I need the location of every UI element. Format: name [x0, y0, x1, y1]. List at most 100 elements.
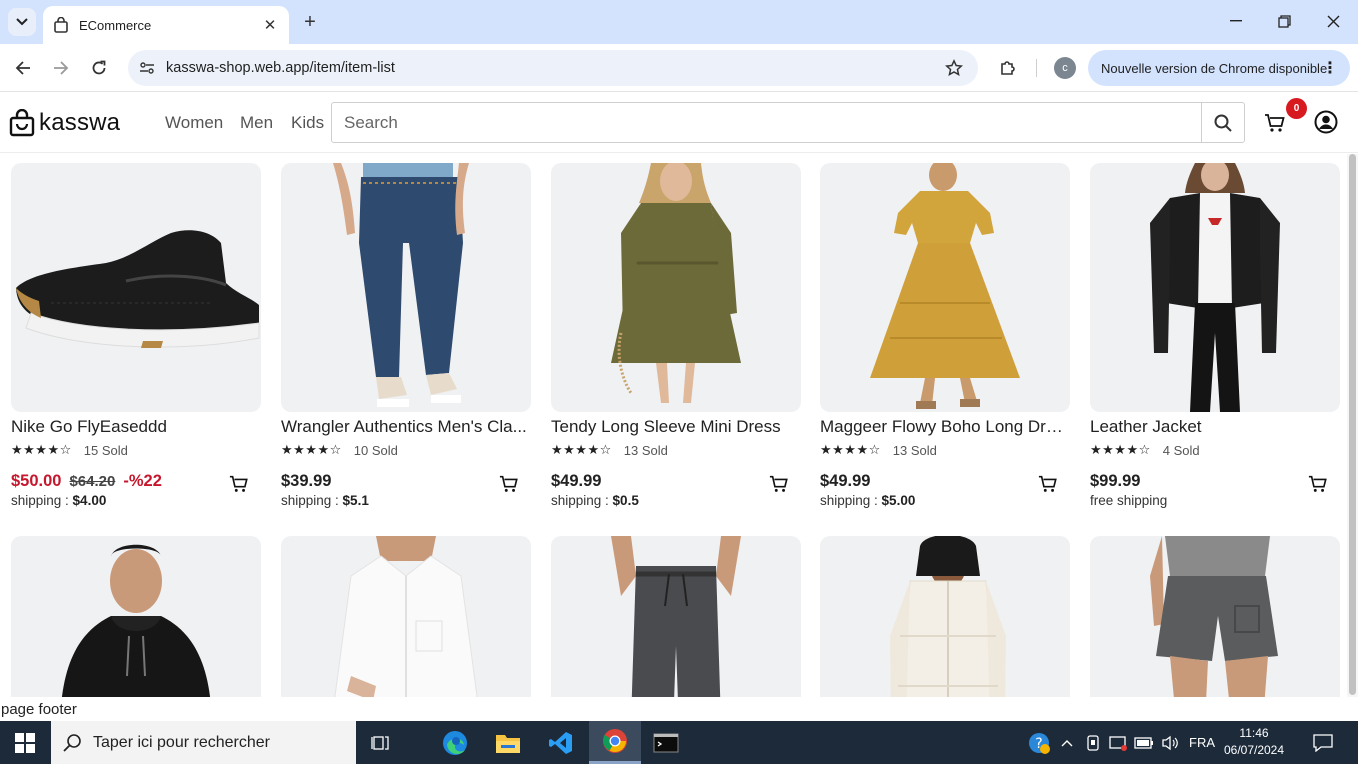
address-bar[interactable]: kasswa-shop.web.app/item/item-list: [128, 50, 978, 86]
close-tab-icon[interactable]: ✕: [261, 16, 279, 34]
edge-icon: [443, 730, 467, 755]
taskbar-file-explorer[interactable]: [482, 721, 534, 764]
battery-icon: [1134, 736, 1153, 749]
product-image[interactable]: [281, 536, 531, 697]
shoe-image: [16, 230, 260, 348]
product-name[interactable]: Nike Go FlyEaseddd: [11, 417, 257, 437]
product-card[interactable]: Maggeer Flowy Boho Long Dress ★★★★☆ 13 S…: [820, 163, 1070, 508]
shipping-info: shipping : $5.00: [820, 493, 1070, 508]
cart-icon: [1308, 475, 1327, 492]
add-to-cart-button[interactable]: [1038, 474, 1058, 494]
product-image[interactable]: [1090, 163, 1340, 412]
account-button[interactable]: [1314, 110, 1338, 134]
chrome-icon: [603, 729, 627, 753]
arrow-right-icon: [54, 61, 69, 75]
product-image[interactable]: [820, 163, 1070, 412]
search-input[interactable]: [332, 103, 1202, 142]
product-card[interactable]: Wrangler Authentics Men's Cla... ★★★★☆ 1…: [281, 163, 531, 508]
taskbar-vscode[interactable]: [535, 721, 587, 764]
product-image[interactable]: [11, 163, 261, 412]
taskbar-chrome[interactable]: [589, 721, 641, 764]
shipping-info: shipping : $4.00: [11, 493, 261, 508]
product-card[interactable]: [281, 536, 531, 697]
network-tray-icon[interactable]: [1106, 721, 1130, 764]
forward-button[interactable]: [47, 54, 75, 82]
shipping-label: shipping :: [281, 493, 343, 508]
tab-search-button[interactable]: [8, 8, 36, 36]
nav-link-men[interactable]: Men: [240, 113, 273, 133]
new-tab-button[interactable]: +: [298, 10, 322, 34]
product-card[interactable]: [551, 536, 801, 697]
search-button[interactable]: [1201, 103, 1244, 142]
product-image[interactable]: [551, 163, 801, 412]
product-card[interactable]: [11, 536, 261, 697]
site-info-icon[interactable]: [138, 59, 156, 77]
product-price: $99.99: [1090, 472, 1141, 490]
shipping-value: $0.5: [612, 493, 639, 508]
battery-tray-icon[interactable]: [1132, 721, 1156, 764]
shirt-image: [334, 536, 478, 697]
more-menu-icon[interactable]: ⋮: [1322, 58, 1338, 78]
help-tray-icon[interactable]: ?: [1025, 721, 1053, 764]
nav-link-women[interactable]: Women: [165, 113, 223, 133]
task-view-button[interactable]: [355, 721, 407, 764]
product-card[interactable]: [820, 536, 1070, 697]
minimize-button[interactable]: [1213, 6, 1259, 36]
price-line: $50.00 $64.20 -%22: [11, 472, 261, 492]
back-button[interactable]: [9, 54, 37, 82]
product-name[interactable]: Wrangler Authentics Men's Cla...: [281, 417, 527, 437]
chrome-update-button[interactable]: Nouvelle version de Chrome disponible ⋮: [1088, 50, 1350, 86]
volume-tray-icon[interactable]: [1158, 721, 1182, 764]
product-image[interactable]: [281, 163, 531, 412]
product-card[interactable]: Tendy Long Sleeve Mini Dress ★★★★☆ 13 So…: [551, 163, 801, 508]
profile-avatar[interactable]: c: [1054, 57, 1076, 79]
page-footer: page footer: [0, 697, 1347, 721]
help-icon: ?: [1029, 732, 1050, 754]
close-window-button[interactable]: [1310, 6, 1356, 36]
update-chip-label: Nouvelle version de Chrome disponible: [1101, 60, 1328, 76]
extensions-button[interactable]: [994, 54, 1022, 82]
add-to-cart-button[interactable]: [1308, 474, 1328, 494]
taskbar-terminal[interactable]: [640, 721, 692, 764]
cart-button[interactable]: [1264, 112, 1286, 134]
product-card[interactable]: [1090, 536, 1340, 697]
restore-button[interactable]: [1261, 6, 1307, 36]
product-name[interactable]: Tendy Long Sleeve Mini Dress: [551, 417, 797, 437]
product-card[interactable]: Nike Go FlyEaseddd ★★★★☆ 15 Sold $50.00 …: [11, 163, 261, 508]
bookmark-star-icon[interactable]: [942, 56, 966, 80]
taskbar-clock[interactable]: 11:46 06/07/2024: [1222, 725, 1286, 759]
product-name[interactable]: Leather Jacket: [1090, 417, 1336, 437]
browser-toolbar: kasswa-shop.web.app/item/item-list c Nou…: [0, 44, 1358, 92]
url-text[interactable]: kasswa-shop.web.app/item/item-list: [166, 60, 942, 76]
close-icon: [1327, 15, 1339, 27]
logo-text: kasswa: [39, 109, 121, 136]
add-to-cart-button[interactable]: [229, 474, 249, 494]
product-name[interactable]: Maggeer Flowy Boho Long Dress: [820, 417, 1066, 437]
product-image[interactable]: [551, 536, 801, 697]
start-button[interactable]: [0, 721, 50, 764]
site-logo[interactable]: kasswa: [9, 109, 120, 137]
product-image[interactable]: [1090, 536, 1340, 697]
product-image[interactable]: [820, 536, 1070, 697]
product-card[interactable]: Leather Jacket ★★★★☆ 4 Sold $99.99 free …: [1090, 163, 1340, 508]
product-image[interactable]: [11, 536, 261, 697]
price-line: $49.99: [820, 472, 1070, 492]
device-tray-icon[interactable]: [1082, 721, 1104, 764]
language-indicator[interactable]: FRA: [1185, 721, 1219, 764]
notifications-button[interactable]: [1306, 721, 1340, 764]
original-price: $64.20: [69, 473, 116, 490]
sold-count: 15 Sold: [83, 442, 128, 458]
show-hidden-icons[interactable]: [1056, 721, 1078, 764]
page-scrollbar[interactable]: [1347, 154, 1358, 697]
nav-link-kids[interactable]: Kids: [291, 113, 324, 133]
taskbar-search[interactable]: Taper ici pour rechercher: [51, 721, 356, 764]
product-rating: ★★★★☆ 4 Sold: [1090, 442, 1340, 458]
add-to-cart-button[interactable]: [769, 474, 789, 494]
add-to-cart-button[interactable]: [499, 474, 519, 494]
scrollbar-thumb[interactable]: [1349, 154, 1356, 695]
browser-tab[interactable]: ECommerce ✕: [43, 6, 289, 44]
sold-count: 13 Sold: [892, 442, 937, 458]
browser-titlebar: ECommerce ✕ +: [0, 0, 1358, 44]
taskbar-edge[interactable]: [429, 721, 481, 764]
reload-button[interactable]: [85, 54, 113, 82]
